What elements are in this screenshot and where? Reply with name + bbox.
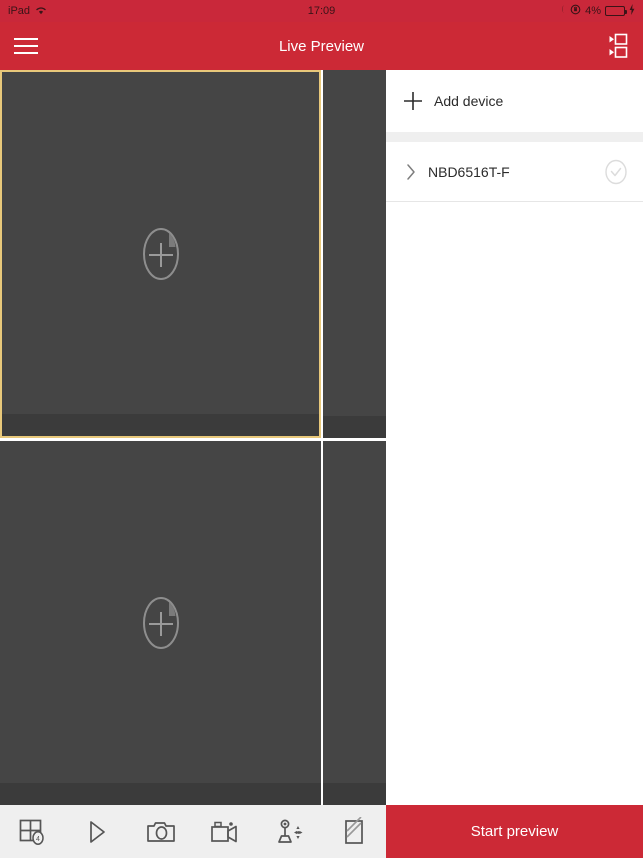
start-preview-button[interactable]: Start preview xyxy=(386,805,643,858)
status-bar-left: iPad xyxy=(8,5,47,18)
lightning-bolt-icon xyxy=(629,4,635,18)
hamburger-line xyxy=(14,52,38,54)
rotation-lock-icon xyxy=(570,4,581,18)
video-row-2 xyxy=(0,437,386,805)
circle-check-icon[interactable] xyxy=(603,159,629,185)
play-button[interactable] xyxy=(64,805,128,858)
add-channel-icon xyxy=(139,225,183,283)
page-title: Live Preview xyxy=(278,37,365,55)
more-button[interactable] xyxy=(322,805,386,858)
add-device-button[interactable]: Add device xyxy=(386,70,643,132)
video-cell-statusbar xyxy=(323,783,386,805)
app-root: iPad 17:09 4% Live Preview 4 Add device … xyxy=(0,0,643,858)
add-device-label: Add device xyxy=(434,93,504,109)
battery-percent-label: 4% xyxy=(585,5,601,17)
video-cell-channel-2[interactable] xyxy=(321,70,386,438)
video-grid xyxy=(0,70,386,805)
app-header: Live Preview xyxy=(0,22,643,70)
hamburger-menu-icon[interactable] xyxy=(2,22,50,70)
add-channel-icon xyxy=(139,594,183,652)
snapshot-button[interactable] xyxy=(129,805,193,858)
device-list-item[interactable]: NBD6516T-F xyxy=(386,142,643,202)
video-cell-channel-3[interactable] xyxy=(0,440,321,805)
status-time: 17:09 xyxy=(307,5,336,17)
status-bar-right: 4% xyxy=(557,4,635,18)
list-separator xyxy=(386,132,643,142)
ptz-button[interactable] xyxy=(257,805,321,858)
video-cell-statusbar xyxy=(0,783,321,805)
hamburger-line xyxy=(14,45,38,47)
split-layout-button[interactable]: 4 xyxy=(0,805,64,858)
channel-layout-icon[interactable] xyxy=(595,22,643,70)
record-button[interactable] xyxy=(193,805,257,858)
plus-icon xyxy=(398,86,428,116)
moon-do-not-disturb-icon xyxy=(557,4,566,18)
status-bar: iPad 17:09 4% xyxy=(0,0,643,22)
status-device-name: iPad xyxy=(8,5,31,17)
hamburger-line xyxy=(14,38,38,40)
video-cell-statusbar xyxy=(323,415,386,438)
video-area: 4 xyxy=(0,70,386,858)
svg-text:4: 4 xyxy=(36,836,40,843)
device-list: Add device NBD6516T-F xyxy=(386,70,643,805)
video-row-1 xyxy=(0,70,386,438)
video-cell-channel-1[interactable] xyxy=(0,70,321,438)
bottom-toolbar: 4 xyxy=(0,805,386,858)
video-cell-statusbar xyxy=(2,413,319,436)
battery-icon xyxy=(605,6,627,16)
main-body: 4 Add device NBD6516T-F Start preview xyxy=(0,70,643,858)
device-name-label: NBD6516T-F xyxy=(428,163,510,180)
chevron-right-icon[interactable] xyxy=(398,163,424,181)
video-cell-channel-4[interactable] xyxy=(321,440,386,805)
device-sidebar: Add device NBD6516T-F Start preview xyxy=(386,70,643,858)
wifi-icon xyxy=(35,5,47,18)
